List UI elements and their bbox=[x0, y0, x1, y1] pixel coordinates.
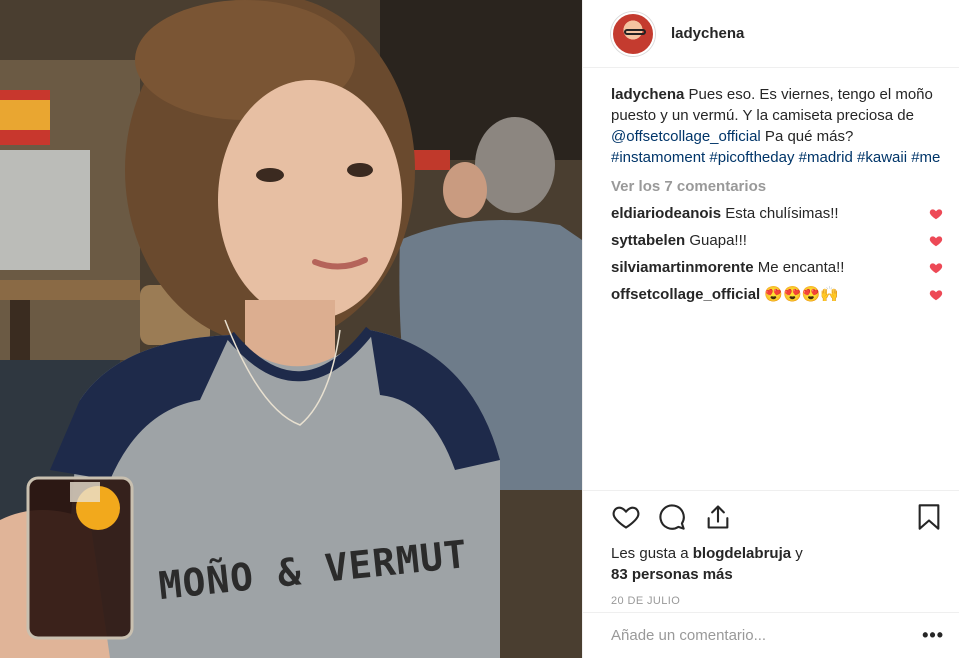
post-sidebar: ladychena ladychena Pues eso. Es viernes… bbox=[582, 0, 959, 658]
comment-body: 😍😍😍🙌 bbox=[764, 286, 840, 303]
comment-bubble-icon bbox=[659, 504, 685, 530]
share-button[interactable] bbox=[703, 502, 733, 532]
caption-mention[interactable]: @offsetcollage_official bbox=[611, 128, 761, 145]
heart-outline-icon bbox=[612, 506, 640, 529]
comment-body: Esta chulísimas!! bbox=[725, 205, 839, 222]
comment-username[interactable]: eldiariodeanois bbox=[611, 205, 721, 222]
post-photo[interactable]: MOÑO & VERMUT bbox=[0, 0, 582, 658]
view-all-comments-link[interactable]: Ver los 7 comentarios bbox=[611, 176, 943, 197]
comment-username[interactable]: syttabelen bbox=[611, 232, 685, 249]
post-date[interactable]: 20 DE JULIO bbox=[611, 595, 944, 607]
avatar-glasses bbox=[624, 28, 646, 35]
more-options-button[interactable]: ••• bbox=[922, 625, 944, 646]
hashtag[interactable]: #madrid bbox=[799, 149, 853, 166]
comment-item: silviamartinmorente Me encanta!! bbox=[611, 257, 943, 278]
hashtag[interactable]: #instamoment bbox=[611, 149, 705, 166]
likes-user[interactable]: blogdelabruja bbox=[693, 545, 791, 562]
heart-icon[interactable] bbox=[929, 261, 943, 275]
comment-item: offsetcollage_official 😍😍😍🙌 bbox=[611, 284, 943, 305]
post-actions: Les gusta a blogdelabruja y 83 personas … bbox=[583, 490, 959, 607]
hashtag[interactable]: #kawaii bbox=[857, 149, 907, 166]
like-button[interactable] bbox=[611, 502, 641, 532]
caption-username[interactable]: ladychena bbox=[611, 86, 684, 103]
share-upload-icon bbox=[707, 505, 729, 529]
heart-icon[interactable] bbox=[929, 207, 943, 221]
comment-item: eldiariodeanois Esta chulísimas!! bbox=[611, 203, 943, 224]
comment-button[interactable] bbox=[657, 502, 687, 532]
likes-prefix: Les gusta a bbox=[611, 545, 693, 562]
save-button[interactable] bbox=[914, 502, 944, 532]
hashtag[interactable]: #picoftheday bbox=[709, 149, 794, 166]
post-header: ladychena bbox=[583, 0, 959, 68]
hashtag[interactable]: #me bbox=[911, 149, 940, 166]
avatar[interactable] bbox=[611, 11, 655, 56]
comment-input[interactable] bbox=[611, 627, 871, 644]
caption: ladychena Pues eso. Es viernes, tengo el… bbox=[611, 84, 943, 168]
bookmark-icon bbox=[918, 504, 940, 530]
comment-username[interactable]: silviamartinmorente bbox=[611, 259, 754, 276]
action-icons bbox=[611, 491, 944, 543]
comment-item: syttabelen Guapa!!! bbox=[611, 230, 943, 251]
header-username[interactable]: ladychena bbox=[671, 25, 744, 42]
likes-summary: Les gusta a blogdelabruja y 83 personas … bbox=[611, 543, 944, 585]
comment-body: Guapa!!! bbox=[689, 232, 747, 249]
heart-icon[interactable] bbox=[929, 234, 943, 248]
likes-suffix: y bbox=[791, 545, 803, 562]
comment-username[interactable]: offsetcollage_official bbox=[611, 286, 760, 303]
comment-body: Me encanta!! bbox=[757, 259, 845, 276]
comments-section: ladychena Pues eso. Es viernes, tengo el… bbox=[583, 68, 959, 305]
add-comment-bar: ••• bbox=[583, 612, 959, 658]
likes-others-link[interactable]: 83 personas más bbox=[611, 566, 733, 583]
heart-icon[interactable] bbox=[929, 288, 943, 302]
post: MOÑO & VERMUT ladychena ladychena Pues e… bbox=[0, 0, 959, 658]
caption-text-2: Pa qué más? bbox=[760, 128, 854, 145]
